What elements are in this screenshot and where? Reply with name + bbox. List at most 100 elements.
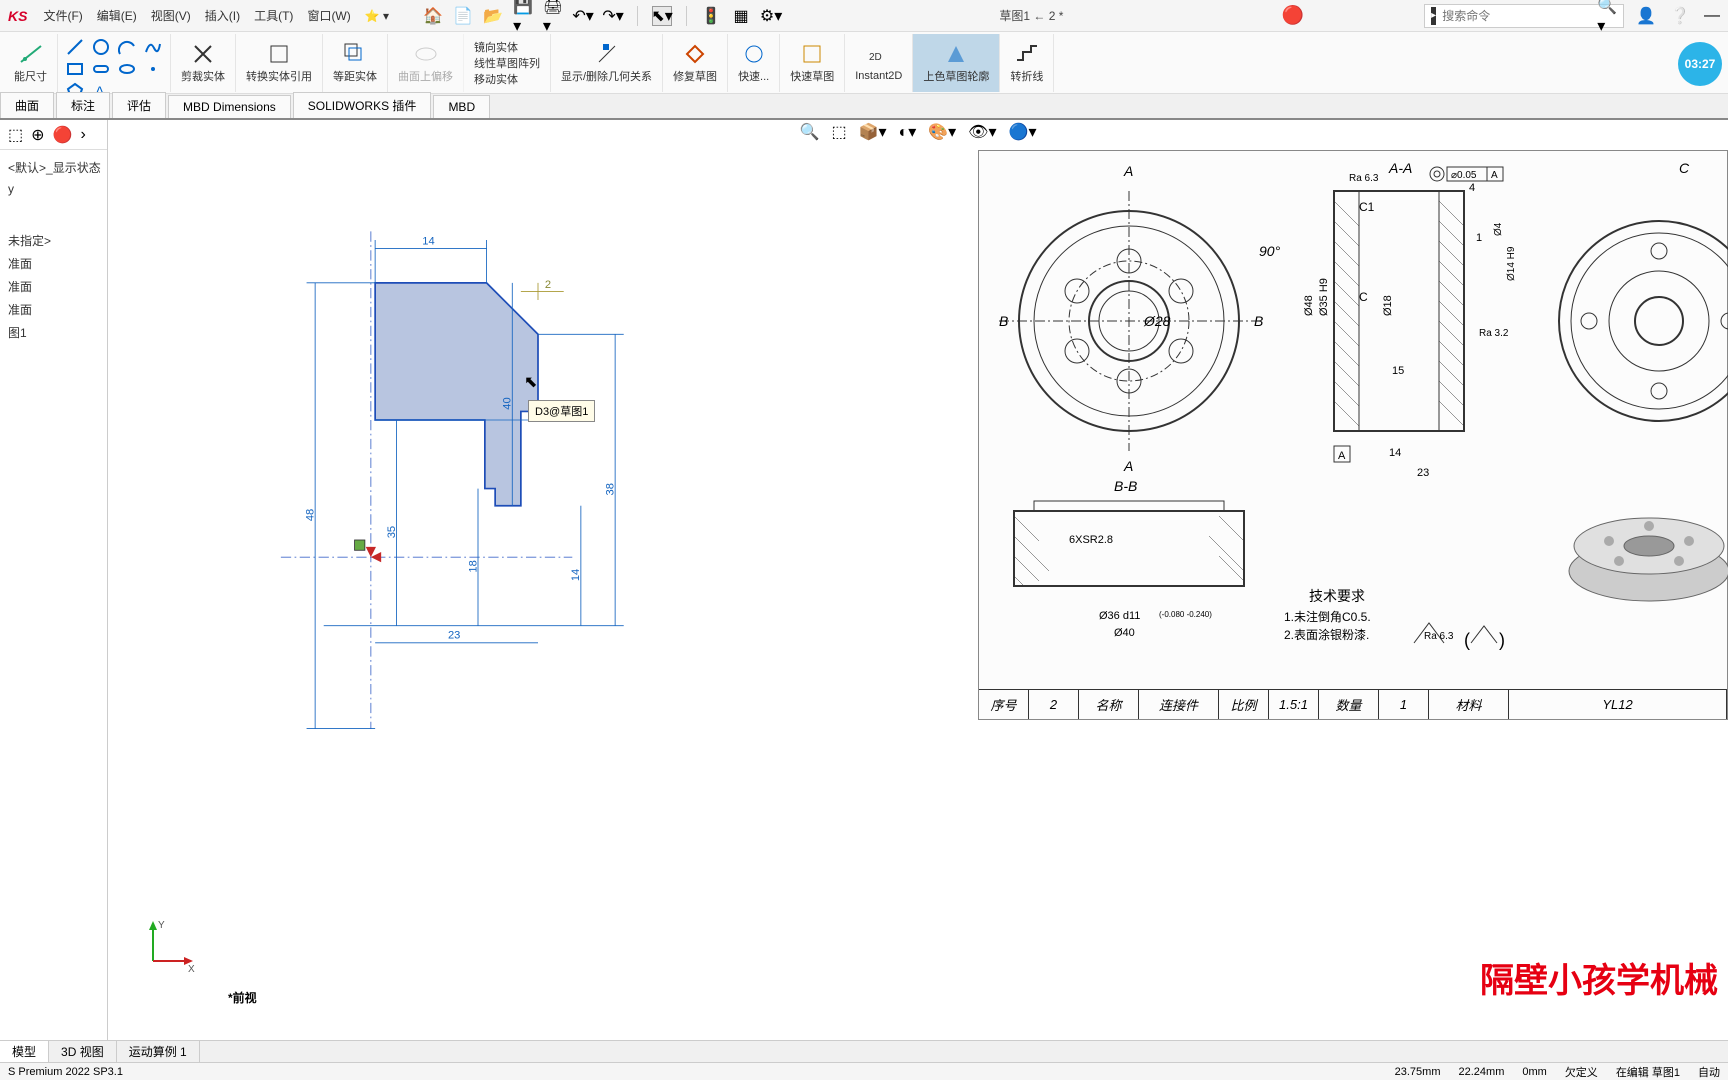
slot-icon[interactable] bbox=[92, 60, 110, 78]
btab-model[interactable]: 模型 bbox=[0, 1041, 49, 1062]
search-input[interactable] bbox=[1442, 9, 1597, 23]
undo-icon[interactable]: ↶▾ bbox=[573, 6, 593, 26]
config-tab-icon[interactable]: ⊕ bbox=[31, 125, 44, 145]
graphics-area[interactable]: 🔍 ⬚ 📦▾ ◐▾ 🎨▾ 👁▾ 🔵▾ 14 2 40 35 48 bbox=[108, 120, 1728, 1046]
ribbon-move[interactable]: 移动实体 bbox=[474, 71, 518, 87]
hide-show-icon[interactable]: 👁▾ bbox=[968, 122, 996, 142]
search-box[interactable]: ▸ 🔍▾ bbox=[1424, 4, 1624, 28]
ribbon-mirror-group[interactable]: 镜向实体 线性草图阵列 移动实体 bbox=[464, 34, 551, 92]
feature-tree[interactable]: <默认>_显示状态 1 y 未指定> 准面 准面 准面 图1 bbox=[0, 150, 107, 350]
menu-insert[interactable]: 插入(I) bbox=[205, 7, 240, 24]
menu-file[interactable]: 文件(F) bbox=[43, 7, 82, 24]
tree-plane-top[interactable]: 准面 bbox=[4, 275, 103, 298]
ribbon-shaded-sketch[interactable]: 上色草图轮廓 bbox=[913, 34, 1000, 92]
tree-history[interactable]: y bbox=[4, 179, 103, 199]
ellipse-icon[interactable] bbox=[118, 60, 136, 78]
tab-annotation[interactable]: 标注 bbox=[56, 92, 110, 118]
list-icon[interactable]: ▦ bbox=[731, 6, 751, 26]
ribbon: 能尺寸 A 剪裁实体 转换实体引用 等距实体 曲面上偏移 镜向实体 线性草图阵列… bbox=[0, 32, 1728, 94]
ref-c-right: C bbox=[1679, 160, 1690, 176]
save-icon[interactable]: 💾▾ bbox=[513, 6, 533, 26]
ref-ra32: Ra 3.2 bbox=[1479, 328, 1509, 339]
ribbon-mirror[interactable]: 镜向实体 bbox=[474, 39, 518, 55]
traffic-icon[interactable]: 🚦 bbox=[701, 6, 721, 26]
ribbon-offset[interactable]: 等距实体 bbox=[323, 34, 388, 92]
display-style-icon[interactable]: ◐▾ bbox=[899, 122, 917, 142]
help-icon[interactable]: ❔ bbox=[1670, 6, 1690, 26]
ribbon-linear-pattern[interactable]: 线性草图阵列 bbox=[474, 55, 540, 71]
tree-display-state[interactable]: <默认>_显示状态 1 bbox=[4, 156, 103, 179]
tab-addins[interactable]: SOLIDWORKS 插件 bbox=[293, 92, 432, 118]
scene-icon[interactable]: 🎨▾ bbox=[928, 122, 956, 142]
home-icon[interactable]: 🏠 bbox=[423, 6, 443, 26]
ref-holes: 6XSR2.8 bbox=[1069, 534, 1113, 546]
status-bar: S Premium 2022 SP3.1 23.75mm 22.24mm 0mm… bbox=[0, 1062, 1728, 1080]
print-icon[interactable]: 🖨▾ bbox=[543, 6, 563, 26]
ribbon-convert[interactable]: 转换实体引用 bbox=[236, 34, 323, 92]
ribbon-instant2d[interactable]: 2DInstant2D bbox=[845, 34, 913, 92]
ribbon-convert-line[interactable]: 转折线 bbox=[1000, 34, 1054, 92]
ribbon-trim[interactable]: 剪裁实体 bbox=[171, 34, 236, 92]
menu-edit[interactable]: 编辑(E) bbox=[97, 7, 137, 24]
select-icon[interactable]: ⬉▾ bbox=[652, 6, 672, 26]
status-definition: 欠定义 bbox=[1565, 1064, 1598, 1080]
ribbon-quick-sketch[interactable]: 快速草图 bbox=[780, 34, 845, 92]
dim-18[interactable]: 18 bbox=[467, 560, 479, 572]
ref-d4: Ø4 bbox=[1493, 222, 1504, 236]
new-icon[interactable]: 📄 bbox=[453, 6, 473, 26]
settings-icon[interactable]: ⚙▾ bbox=[761, 6, 781, 26]
view-orient-icon[interactable]: 📦▾ bbox=[859, 122, 887, 142]
btab-motion[interactable]: 运动算例 1 bbox=[117, 1041, 200, 1062]
ribbon-sketch-tools[interactable]: A bbox=[58, 34, 171, 92]
zoom-fit-icon[interactable]: 🔍 bbox=[800, 122, 820, 142]
ribbon-smart-dimension[interactable]: 能尺寸 bbox=[4, 34, 58, 92]
circle-icon[interactable] bbox=[92, 38, 110, 56]
arc-icon[interactable] bbox=[118, 38, 136, 56]
user-icon[interactable]: 👤 bbox=[1636, 6, 1656, 26]
ribbon-quick[interactable]: 快速... bbox=[728, 34, 780, 92]
dim-23[interactable]: 23 bbox=[448, 630, 460, 642]
rect-icon[interactable] bbox=[66, 60, 84, 78]
ribbon-repair[interactable]: 修复草图 bbox=[663, 34, 728, 92]
minimize-icon[interactable]: — bbox=[1704, 7, 1720, 25]
tab-mbd-dimensions[interactable]: MBD Dimensions bbox=[168, 95, 291, 118]
tab-evaluate[interactable]: 评估 bbox=[112, 92, 166, 118]
tree-plane-front[interactable]: 准面 bbox=[4, 252, 103, 275]
search-glass-icon[interactable]: 🔍▾ bbox=[1597, 0, 1617, 36]
menu-more-icon[interactable]: ⭐ ▾ bbox=[365, 9, 389, 23]
more-tab-icon[interactable]: › bbox=[80, 126, 85, 144]
spline-icon[interactable] bbox=[144, 38, 162, 56]
menu-window[interactable]: 窗口(W) bbox=[307, 7, 350, 24]
dim-2[interactable]: 2 bbox=[545, 279, 551, 291]
ball-icon: 🔴 bbox=[1282, 5, 1304, 26]
appearance-icon[interactable]: 🔵▾ bbox=[1009, 122, 1037, 142]
open-icon[interactable]: 📂 bbox=[483, 6, 503, 26]
ref-ra63: Ra 6.3 bbox=[1349, 173, 1379, 184]
btab-3dview[interactable]: 3D 视图 bbox=[49, 1041, 117, 1062]
tab-mbd[interactable]: MBD bbox=[433, 95, 490, 118]
tree-sketch1[interactable]: 图1 bbox=[4, 321, 103, 344]
tree-tab-icon[interactable]: ⬚ bbox=[8, 125, 23, 145]
dim-14[interactable]: 14 bbox=[422, 235, 434, 247]
ref-b-left: B bbox=[999, 313, 1008, 329]
dim-40[interactable]: 40 bbox=[502, 397, 514, 409]
zoom-area-icon[interactable]: ⬚ bbox=[831, 122, 846, 142]
dim-35[interactable]: 35 bbox=[386, 526, 398, 538]
dim-38[interactable]: 38 bbox=[604, 483, 616, 495]
svg-text:⌀0.05: ⌀0.05 bbox=[1451, 170, 1477, 181]
appearance-tab-icon[interactable]: 🔴 bbox=[53, 125, 73, 145]
menu-tools[interactable]: 工具(T) bbox=[254, 7, 293, 24]
sketch-view[interactable]: 14 2 40 35 48 38 18 14 23 bbox=[168, 180, 668, 780]
ref-d18: Ø18 bbox=[1382, 295, 1394, 316]
dim-14b[interactable]: 14 bbox=[570, 569, 582, 581]
tree-material[interactable]: 未指定> bbox=[4, 229, 103, 252]
ref-dim4: 4 bbox=[1469, 182, 1475, 194]
dim-48[interactable]: 48 bbox=[304, 509, 316, 521]
point-icon[interactable] bbox=[144, 60, 162, 78]
line-icon[interactable] bbox=[66, 38, 84, 56]
menu-view[interactable]: 视图(V) bbox=[151, 7, 191, 24]
ribbon-relations[interactable]: 显示/删除几何关系 bbox=[551, 34, 663, 92]
redo-icon[interactable]: ↷▾ bbox=[603, 6, 623, 26]
tree-plane-right[interactable]: 准面 bbox=[4, 298, 103, 321]
tab-surface[interactable]: 曲面 bbox=[0, 92, 54, 118]
